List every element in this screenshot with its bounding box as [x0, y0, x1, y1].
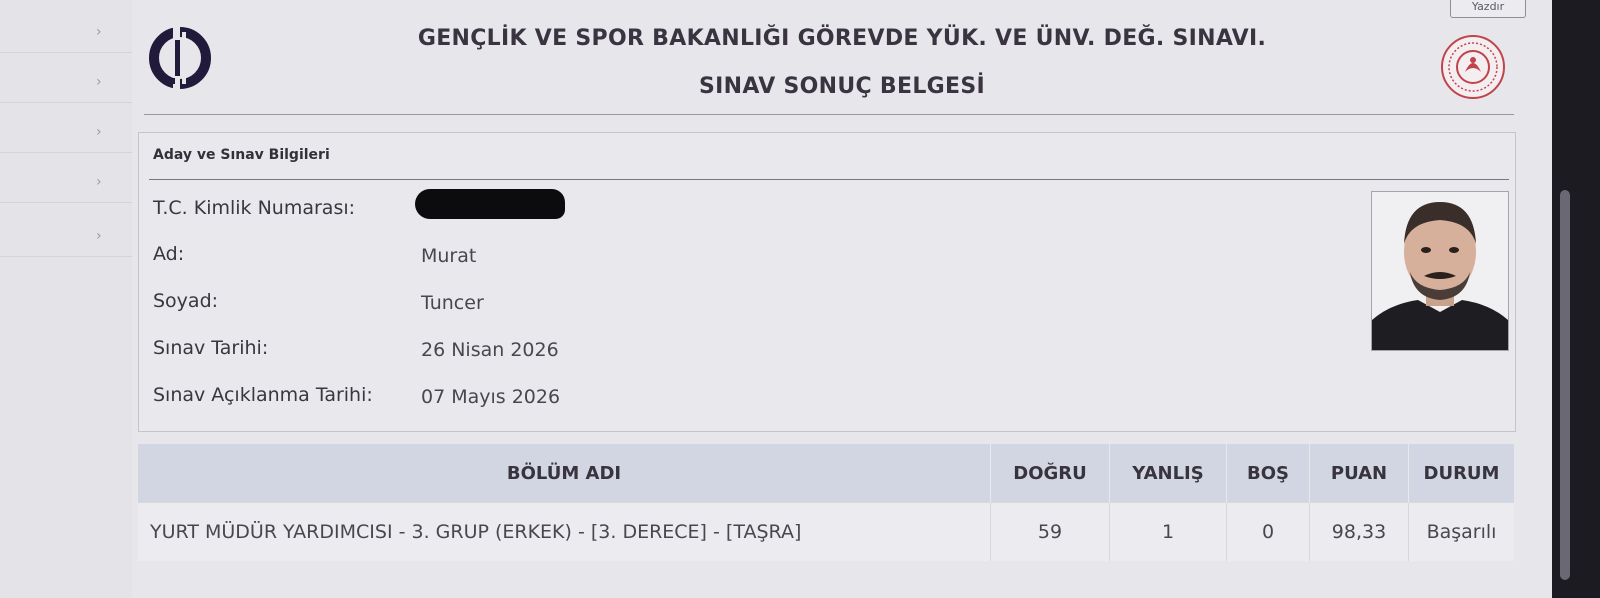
exam-date-label: Sınav Tarihi:: [153, 337, 269, 359]
announcement-date-label: Sınav Açıklanma Tarihi:: [153, 384, 373, 406]
wrong-count-cell: 1: [1109, 502, 1227, 561]
column-header: DOĞRU: [990, 444, 1110, 503]
page-title: GENÇLİK VE SPOR BAKANLIĞI GÖREVDE YÜK. V…: [417, 26, 1267, 51]
table-header-row: BÖLÜM ADI DOĞRU YANLIŞ BOŞ PUAN DURUM: [138, 444, 1514, 503]
chevron-right-icon: ›: [96, 124, 102, 140]
redaction-mark: [415, 189, 565, 219]
results-table: BÖLÜM ADI DOĞRU YANLIŞ BOŞ PUAN DURUM YU…: [138, 444, 1514, 561]
candidate-portrait-icon: [1372, 192, 1508, 350]
column-header: YANLIŞ: [1109, 444, 1227, 503]
ministry-seal-icon: [1441, 35, 1505, 99]
column-header: BOŞ: [1226, 444, 1310, 503]
column-header: BÖLÜM ADI: [138, 444, 991, 503]
announcement-date-value: 07 Mayıs 2026: [421, 386, 561, 408]
exam-date-value: 26 Nisan 2026: [421, 339, 559, 361]
score-cell: 98,33: [1309, 502, 1409, 561]
result-document: Yazdır GENÇLİK VE SPOR BAKANLIĞI GÖREVDE…: [132, 0, 1552, 598]
panel-title: Aday ve Sınav Bilgileri: [153, 147, 330, 163]
chevron-right-icon: ›: [96, 74, 102, 90]
name-value: Murat: [421, 245, 477, 267]
surname-label: Soyad:: [153, 290, 219, 312]
chevron-right-icon: ›: [96, 24, 102, 40]
page-subtitle: SINAV SONUÇ BELGESİ: [699, 74, 985, 99]
surname-value: Tuncer: [421, 292, 484, 314]
correct-count-cell: 59: [990, 502, 1110, 561]
browser-left-sidebar: › › › › ›: [0, 0, 132, 598]
candidate-info-panel: Aday ve Sınav Bilgileri T.C. Kimlik Numa…: [138, 132, 1516, 432]
candidate-photo: [1371, 191, 1509, 351]
scrollbar-thumb[interactable]: [1560, 190, 1570, 580]
screen-bezel: [1552, 0, 1600, 598]
sidebar-row[interactable]: ›: [0, 16, 132, 53]
tc-id-label: T.C. Kimlik Numarası:: [153, 197, 356, 219]
sidebar-row[interactable]: ›: [0, 66, 132, 103]
header-divider: [144, 114, 1514, 115]
section-name-cell: YURT MÜDÜR YARDIMCISI - 3. GRUP (ERKEK) …: [138, 502, 991, 561]
chevron-right-icon: ›: [96, 174, 102, 190]
status-cell: Başarılı: [1408, 502, 1514, 561]
blank-count-cell: 0: [1226, 502, 1310, 561]
column-header: DURUM: [1408, 444, 1514, 503]
chevron-right-icon: ›: [96, 228, 102, 244]
sidebar-row[interactable]: ›: [0, 220, 132, 257]
sidebar-row[interactable]: ›: [0, 166, 132, 203]
print-button[interactable]: Yazdır: [1450, 0, 1526, 18]
panel-divider: [149, 179, 1509, 180]
sidebar-row[interactable]: ›: [0, 116, 132, 153]
column-header: PUAN: [1309, 444, 1409, 503]
table-row: YURT MÜDÜR YARDIMCISI - 3. GRUP (ERKEK) …: [138, 502, 1514, 561]
name-label: Ad:: [153, 243, 185, 265]
